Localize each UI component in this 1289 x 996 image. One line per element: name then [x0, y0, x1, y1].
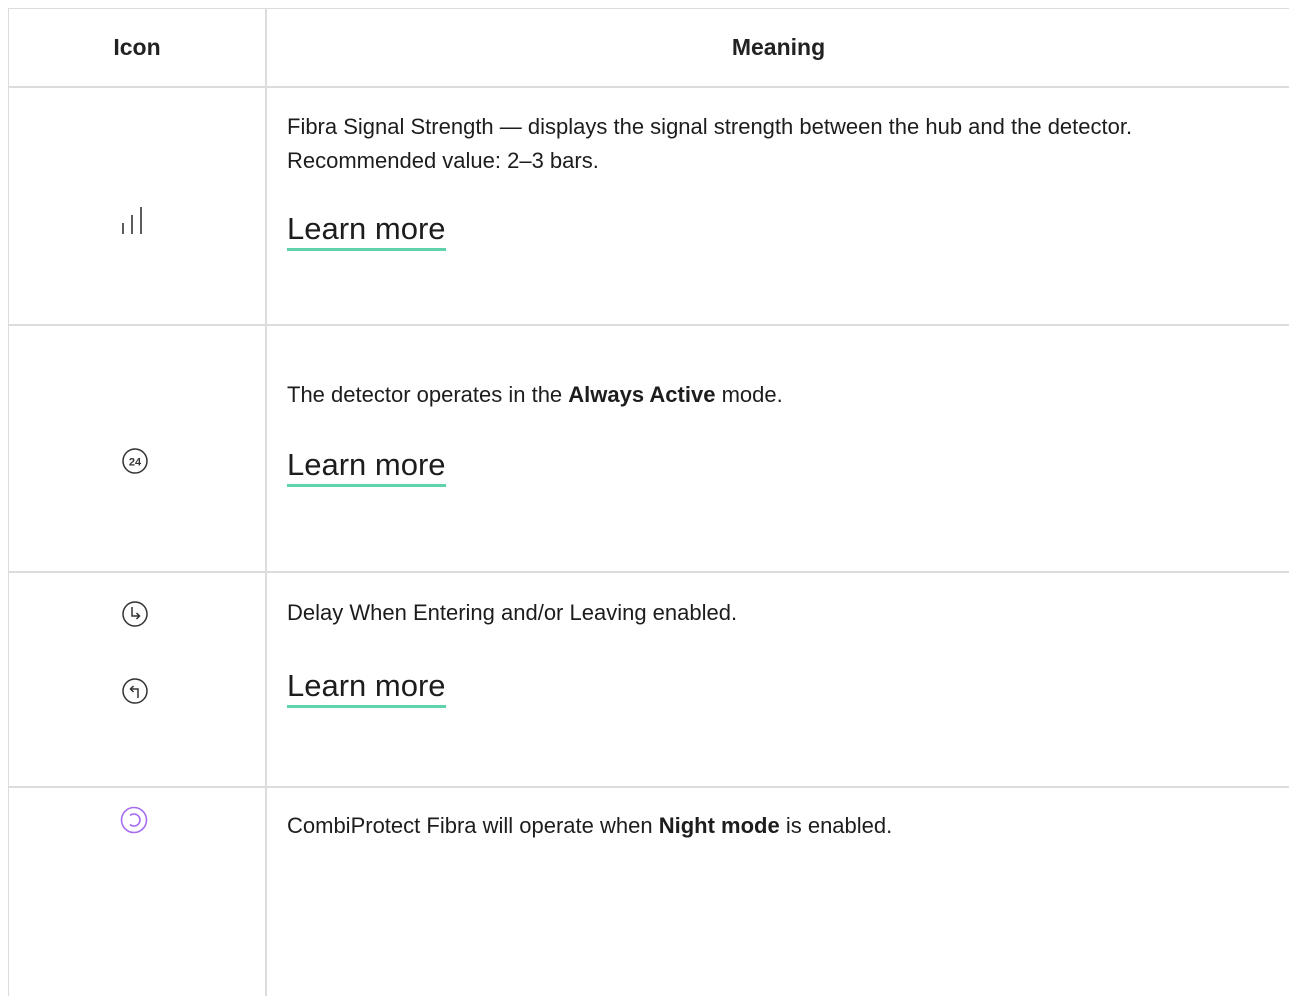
- meaning-cell: CombiProtect Fibra will operate when Nig…: [287, 809, 1267, 843]
- always-active-24-icon-label: 24: [129, 457, 142, 469]
- description-text: is enabled.: [779, 813, 893, 838]
- table-row: Fibra Signal Strength — displays the sig…: [9, 88, 1289, 326]
- description-text: CombiProtect Fibra will operate when: [287, 813, 659, 838]
- row-description: Fibra Signal Strength — displays the sig…: [287, 114, 1133, 173]
- always-active-24-icon: 24: [122, 448, 148, 474]
- delay-entering-icon: [122, 601, 148, 627]
- meaning-cell: Fibra Signal Strength — displays the sig…: [287, 110, 1267, 251]
- table-header-row: Icon Meaning: [9, 9, 1289, 88]
- row-description: Delay When Entering and/or Leaving enabl…: [287, 600, 738, 625]
- row-description: CombiProtect Fibra will operate when Nig…: [287, 809, 1267, 843]
- description-text: mode.: [715, 382, 783, 407]
- signal-strength-icon: [122, 207, 142, 234]
- learn-more-link[interactable]: Learn more: [287, 668, 446, 708]
- icon-cell: [9, 88, 265, 324]
- icon-cell: [9, 573, 265, 786]
- learn-more-link[interactable]: Learn more: [287, 447, 446, 487]
- table-row: 24 The detector operates in the Always A…: [9, 326, 1289, 573]
- icon-cell: [9, 788, 265, 996]
- description-bold: Night mode: [658, 813, 780, 838]
- description-bold: Always Active: [568, 382, 716, 407]
- header-icon: Icon: [113, 34, 161, 60]
- night-mode-icon: [120, 806, 148, 834]
- row-description: The detector operates in the Always Acti…: [287, 378, 1267, 412]
- description-text: The detector operates in the: [287, 382, 569, 407]
- icon-cell: 24: [9, 326, 265, 571]
- table-row: Delay When Entering and/or Leaving enabl…: [9, 573, 1289, 788]
- icon-meaning-table: Icon Meaning Fibra Signal Strength — dis…: [8, 8, 1289, 996]
- meaning-cell: Delay When Entering and/or Leaving enabl…: [287, 596, 1267, 708]
- table-row: CombiProtect Fibra will operate when Nig…: [9, 788, 1289, 996]
- meaning-cell: The detector operates in the Always Acti…: [287, 378, 1267, 487]
- delay-leaving-icon: [122, 678, 148, 704]
- learn-more-link[interactable]: Learn more: [287, 211, 446, 251]
- header-meaning: Meaning: [731, 34, 826, 60]
